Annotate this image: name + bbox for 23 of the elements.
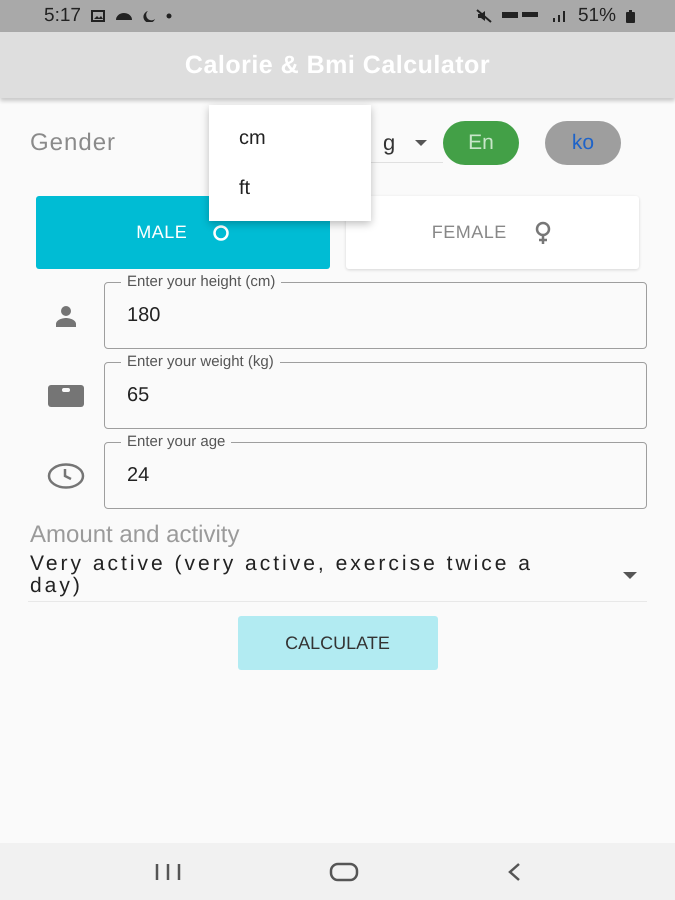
signal-icon <box>552 10 568 22</box>
scale-icon <box>48 384 84 406</box>
gender-button[interactable]: FEMALE <box>346 196 639 269</box>
caret-icon <box>415 140 428 146</box>
home-icon[interactable] <box>328 862 358 882</box>
caret-icon <box>623 572 637 578</box>
recent-apps-icon[interactable] <box>154 862 182 880</box>
activity-label: Amount and activity <box>29 521 240 549</box>
status-time: 5:17 <box>44 5 81 27</box>
clock-icon <box>47 462 85 488</box>
moon-icon <box>142 10 156 22</box>
person-icon <box>54 304 78 326</box>
gender-label: Gender <box>29 129 116 157</box>
battery-icon <box>626 10 635 22</box>
mute-icon <box>476 9 492 23</box>
cloud-icon <box>114 12 133 20</box>
back-icon[interactable] <box>506 862 522 882</box>
image-icon <box>90 10 105 22</box>
dot-icon <box>166 13 172 19</box>
male-icon <box>213 224 230 240</box>
battery-level: 51% <box>578 5 616 27</box>
activity-dropdown[interactable]: Very active (very active, exercise twice a day) <box>28 549 647 602</box>
calculate-button[interactable]: CALCULATE <box>238 616 438 670</box>
